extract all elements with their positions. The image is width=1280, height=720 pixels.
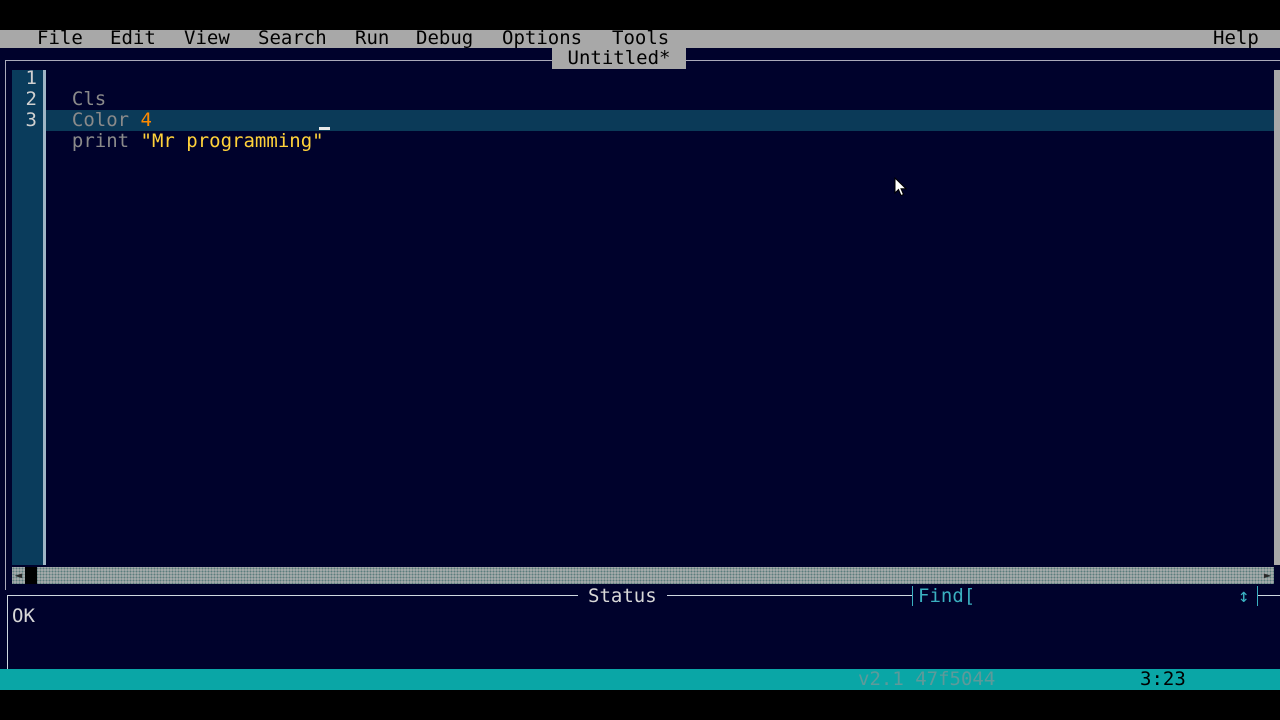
status-title: Status [578,586,667,606]
line-number: 2 [25,88,37,110]
code-keyword: print [71,130,130,152]
menu-debug[interactable]: Debug [416,29,473,48]
scroll-left-arrow-icon[interactable]: ◄ [12,567,25,584]
menu-view[interactable]: View [184,29,230,48]
cursor-position: 3:23 [1140,668,1186,690]
menu-options[interactable]: Options [502,29,582,48]
vertical-scrollbar[interactable] [1274,70,1280,565]
line-number-gutter [12,70,43,565]
line-number: 1 [25,67,37,89]
menu-help[interactable]: Help [1213,29,1259,48]
menu-file[interactable]: File [37,29,83,48]
bottom-status-bar [0,669,1280,690]
status-message: OK [12,605,35,627]
editor-tab-title[interactable]: Untitled* [552,48,686,69]
scroll-right-arrow-icon[interactable]: ► [1261,567,1274,584]
code-line[interactable]: Cls [49,68,106,110]
mouse-pointer-icon [894,177,908,197]
menu-search[interactable]: Search [258,29,327,48]
scroll-thumb[interactable] [25,567,37,584]
text-cursor [319,127,330,130]
code-string: "Mr programming" [140,130,324,152]
gutter-divider [43,70,46,565]
version-label: v2.1 47f5044 [858,668,996,690]
line-number: 3 [25,109,37,131]
find-resize-icon[interactable]: ↕ [1238,586,1249,606]
find-label[interactable]: Find[ [918,586,975,606]
code-line[interactable]: Color 4 [49,89,152,131]
code-line[interactable]: print "Mr programming" [49,110,324,152]
horizontal-scrollbar[interactable] [12,567,1274,584]
menu-tools[interactable]: Tools [612,29,669,48]
menu-edit[interactable]: Edit [110,29,156,48]
menu-run[interactable]: Run [355,29,389,48]
status-panel-border-left [7,595,8,669]
